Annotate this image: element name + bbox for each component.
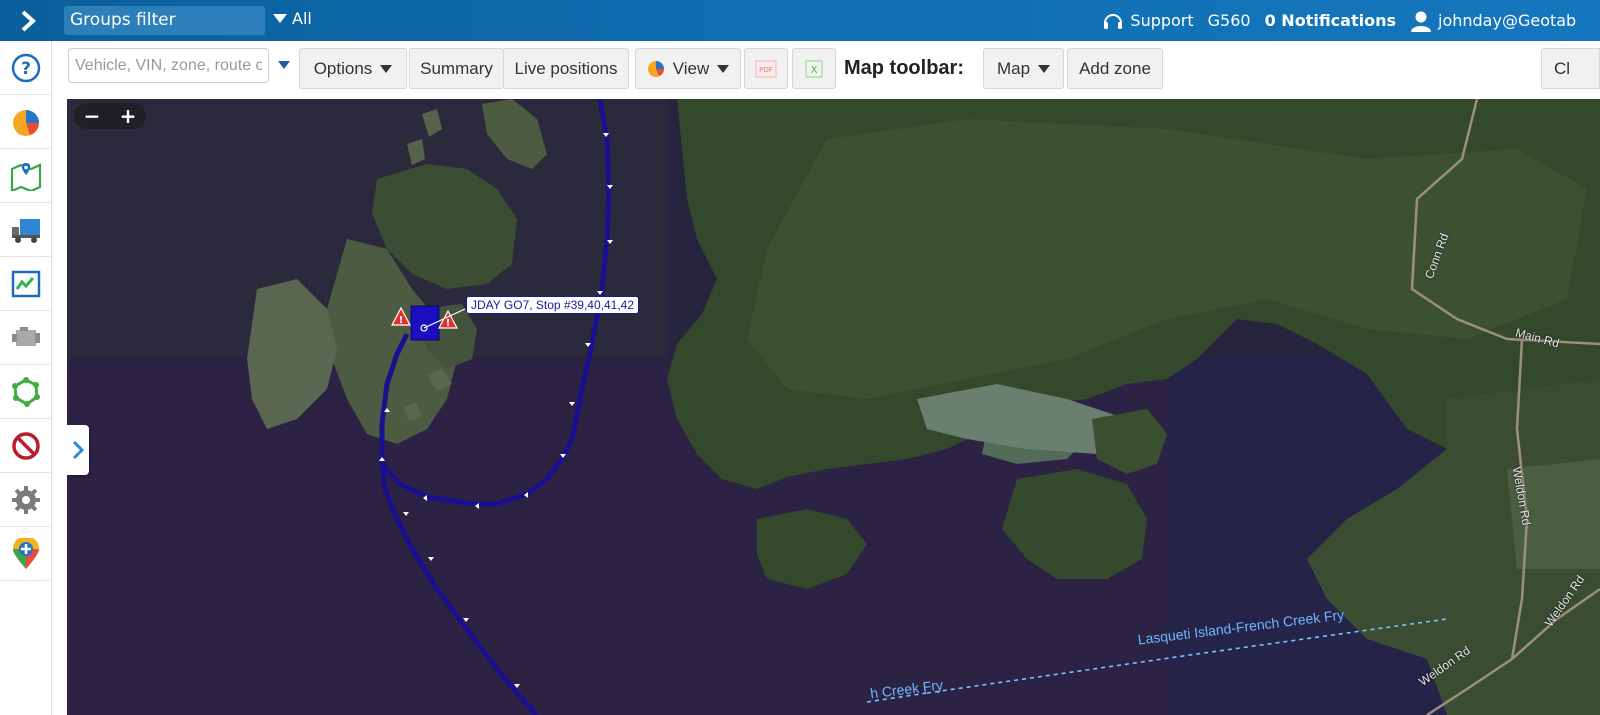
options-label: Options	[313, 58, 373, 78]
support-link[interactable]: Support	[1102, 11, 1194, 31]
top-header: Groups filter All Support G560 0 Notific…	[0, 0, 1600, 41]
support-label: Support	[1130, 11, 1194, 30]
svg-text:PDF: PDF	[759, 66, 773, 74]
activity-chart-icon	[11, 270, 41, 297]
nav-marketplace[interactable]	[0, 527, 52, 581]
map-type-label: Map	[996, 58, 1031, 78]
map-canvas[interactable]: ! ! − + JDAY GO7, Stop #39,40,41,42 Conn…	[67, 99, 1600, 715]
marketplace-icon	[13, 537, 39, 569]
zoom-in-button[interactable]: +	[120, 106, 137, 126]
export-excel-button[interactable]: X	[792, 48, 836, 89]
nav-map[interactable]	[0, 149, 52, 203]
zoom-control: − +	[74, 103, 146, 129]
help-icon: ?	[11, 53, 41, 82]
map-type-button[interactable]: Map	[983, 48, 1064, 89]
nav-activity[interactable]	[0, 257, 52, 311]
rules-exceptions-icon	[12, 431, 40, 460]
dashboard-pie-icon	[13, 109, 39, 136]
left-navigation: ?	[0, 41, 52, 715]
user-menu[interactable]: johnday@Geotab	[1410, 10, 1600, 32]
user-label: johnday@Geotab	[1438, 11, 1577, 30]
svg-text:!: !	[399, 315, 404, 326]
vehicles-truck-icon	[12, 218, 40, 243]
header-right: Support G560 0 Notifications johnday@Geo…	[1102, 0, 1600, 41]
page-toolbar: Options Summary Live positions View PDF …	[52, 41, 1600, 99]
chevron-down-icon	[1038, 64, 1051, 73]
chevron-down-icon	[273, 14, 287, 23]
map-icon	[10, 162, 42, 191]
chevron-down-icon	[380, 64, 393, 73]
user-icon	[1411, 11, 1431, 32]
nav-engine[interactable]	[0, 311, 52, 365]
add-zone-button[interactable]: Add zone	[1067, 48, 1163, 89]
summary-button[interactable]: Summary	[409, 48, 504, 89]
search-dropdown-chevron-icon[interactable]	[278, 61, 290, 69]
zones-icon	[12, 376, 40, 407]
svg-text:?: ?	[21, 59, 31, 79]
stop-tooltip[interactable]: JDAY GO7, Stop #39,40,41,42	[466, 296, 639, 314]
headset-icon	[1104, 13, 1123, 29]
nav-help[interactable]: ?	[0, 41, 52, 95]
nav-vehicles[interactable]	[0, 203, 52, 257]
excel-icon: X	[805, 60, 823, 77]
pdf-icon: PDF	[755, 60, 777, 77]
nav-zones[interactable]	[0, 365, 52, 419]
device-label: G560	[1207, 11, 1251, 30]
options-button[interactable]: Options	[299, 48, 407, 89]
chevron-down-icon	[717, 64, 730, 73]
view-label: View	[672, 58, 710, 78]
pie-chart-icon	[647, 60, 664, 77]
map-toolbar-label: Map toolbar:	[844, 57, 964, 79]
summary-label: Summary	[420, 58, 493, 78]
nav-settings[interactable]	[0, 473, 52, 527]
groups-scope-label: All	[292, 9, 312, 28]
groups-filter-input[interactable]: Groups filter	[64, 6, 265, 35]
engine-icon	[12, 326, 40, 346]
nav-rules[interactable]	[0, 419, 52, 473]
settings-gear-icon	[12, 485, 40, 514]
view-button[interactable]: View	[635, 48, 741, 89]
satellite-imagery: ! !	[67, 99, 1600, 715]
zoom-out-button[interactable]: −	[84, 106, 101, 126]
live-positions-label: Live positions	[514, 58, 618, 78]
chevron-right-icon	[72, 440, 84, 460]
vehicle-search-input[interactable]	[68, 48, 269, 83]
add-zone-label: Add zone	[1079, 58, 1151, 78]
live-positions-button[interactable]: Live positions	[503, 48, 629, 89]
svg-text:!: !	[446, 318, 451, 329]
side-panel-expand-button[interactable]	[67, 425, 89, 475]
clear-button[interactable]: Cl	[1541, 48, 1600, 89]
notifications-label: 0 Notifications	[1264, 11, 1396, 30]
notifications-link[interactable]: 0 Notifications	[1265, 11, 1396, 30]
export-pdf-button[interactable]: PDF	[744, 48, 788, 89]
groups-scope-dropdown[interactable]: All	[273, 9, 312, 28]
svg-text:X: X	[811, 65, 818, 76]
nav-dashboard[interactable]	[0, 95, 52, 149]
device-link[interactable]: G560	[1208, 11, 1251, 30]
menu-expand-chevron-icon[interactable]	[0, 0, 56, 41]
clear-label: Cl	[1554, 58, 1571, 78]
